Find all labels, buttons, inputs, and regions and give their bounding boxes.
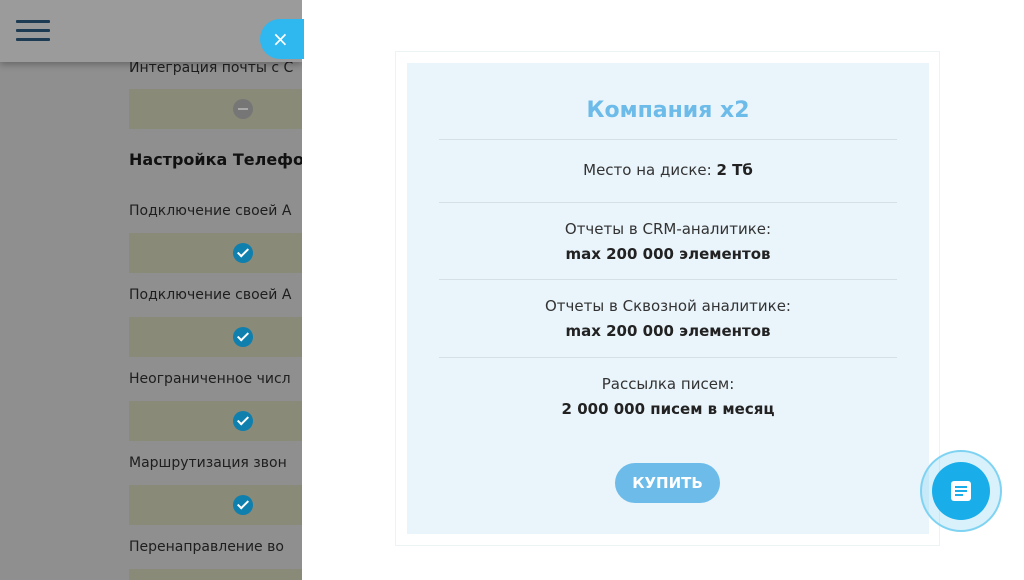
feature-e2e-reports: Отчеты в Сквозной аналитике: max 200 000… [407, 295, 929, 342]
plan-card-frame: Компания x2 Место на диске: 2 Тб Отчеты … [395, 51, 940, 546]
divider [439, 202, 897, 203]
feature-label: Рассылка писем: [601, 375, 735, 393]
plan-card: Компания x2 Место на диске: 2 Тб Отчеты … [407, 63, 929, 534]
chat-button-inner [932, 462, 990, 520]
feature-row [129, 401, 302, 441]
feature-label: Неограниченное числ [129, 371, 291, 387]
top-bar [0, 0, 302, 62]
feature-row [129, 233, 302, 273]
chat-icon [951, 481, 971, 501]
check-icon [233, 411, 253, 431]
minus-icon [233, 99, 253, 119]
feature-row [129, 485, 302, 525]
feature-disk: Место на диске: 2 Тб [407, 159, 929, 181]
feature-label: Подключение своей А [129, 203, 292, 219]
feature-value: max 200 000 элементов [565, 322, 771, 340]
modal-panel: Компания x2 Место на диске: 2 Тб Отчеты … [302, 0, 1024, 580]
close-button[interactable]: × [260, 19, 304, 59]
feature-label: Отчеты в Сквозной аналитике: [545, 297, 791, 315]
feature-label: Отчеты в CRM-аналитике: [564, 220, 772, 238]
buy-button[interactable]: КУПИТЬ [615, 463, 720, 503]
check-icon [233, 495, 253, 515]
feature-value: 2 Тб [716, 161, 753, 179]
feature-label: Подключение своей А [129, 287, 292, 303]
section-heading: Настройка Телефо [129, 150, 302, 169]
check-icon [233, 327, 253, 347]
feature-value: 2 000 000 писем в месяц [561, 400, 775, 418]
menu-icon[interactable] [16, 20, 50, 42]
feature-value: max 200 000 элементов [565, 245, 771, 263]
feature-crm-reports: Отчеты в CRM-аналитике: max 200 000 элем… [407, 218, 929, 265]
divider [439, 279, 897, 280]
feature-row [129, 569, 302, 580]
check-icon [233, 243, 253, 263]
divider [439, 357, 897, 358]
feature-label: Перенаправление во [129, 539, 284, 555]
feature-label: Маршрутизация звон [129, 455, 287, 471]
feature-label: Место на диске: [583, 161, 712, 179]
plan-title: Компания x2 [586, 98, 750, 123]
feature-label: Интеграция почты с С [129, 60, 294, 76]
feature-row [129, 89, 302, 129]
feature-row [129, 317, 302, 357]
background-page: Интеграция почты с С Настройка Телефо По… [0, 0, 302, 580]
chat-button[interactable] [920, 450, 1002, 532]
close-icon: × [272, 27, 289, 51]
divider [439, 139, 897, 140]
feature-mailing: Рассылка писем: 2 000 000 писем в месяц [407, 373, 929, 420]
